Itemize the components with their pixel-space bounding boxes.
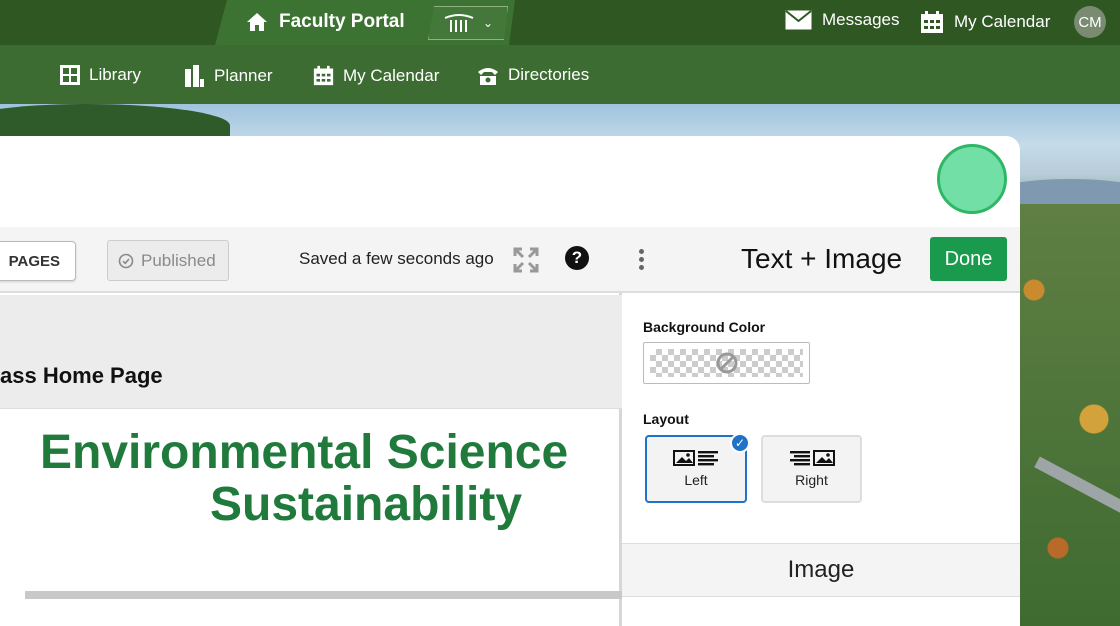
user-avatar[interactable]: CM xyxy=(1074,6,1106,38)
page-title-band: ass Home Page xyxy=(0,295,622,409)
nav-item-label: My Calendar xyxy=(343,65,440,85)
done-button[interactable]: Done xyxy=(930,237,1007,281)
navigation-bar: Library Planner My Calendar Directories xyxy=(0,45,1120,104)
layout-option-label: Left xyxy=(684,472,708,488)
help-icon[interactable]: ? xyxy=(565,246,589,270)
background-color-label: Background Color xyxy=(643,319,766,335)
nav-item-label: Planner xyxy=(214,66,273,85)
pages-label: PAGES xyxy=(8,252,60,270)
nav-item-directories[interactable]: Directories xyxy=(477,65,589,85)
messages-link[interactable]: Messages xyxy=(785,10,899,30)
editor-canvas: ❮ PAGES Published Saved a few seconds ag… xyxy=(0,227,622,626)
heading-line-2: Sustainability xyxy=(210,478,523,531)
calendar-icon xyxy=(313,65,334,86)
image-section-header[interactable]: Image xyxy=(622,543,1020,597)
grid-icon xyxy=(60,65,80,85)
phone-icon xyxy=(478,68,498,85)
layout-option-label: Right xyxy=(795,472,828,488)
published-label: Published xyxy=(141,250,216,270)
autumn-forest xyxy=(1010,204,1120,626)
portal-title[interactable]: Faculty Portal xyxy=(279,11,405,33)
home-icon xyxy=(247,13,267,31)
heading-line-1: Environmental Science xyxy=(40,426,569,479)
save-status: Saved a few seconds ago xyxy=(299,249,494,268)
my-calendar-top-link[interactable]: My Calendar xyxy=(920,10,1050,34)
nav-item-planner[interactable]: Planner xyxy=(185,65,273,87)
block-settings-sidebar: Text + Image Done Background Color Layou… xyxy=(622,227,1020,626)
columns-logo-icon xyxy=(443,14,475,34)
layout-label: Layout xyxy=(643,411,689,427)
image-right-layout-icon xyxy=(789,450,835,466)
messages-label: Messages xyxy=(822,10,900,29)
editor-toolbar: ❮ PAGES Published Saved a few seconds ag… xyxy=(0,227,622,293)
chevron-down-icon: ⌄ xyxy=(483,16,494,30)
more-options-icon[interactable] xyxy=(639,249,645,271)
chevron-left-icon: ❮ xyxy=(0,253,1,270)
nav-item-my-calendar[interactable]: My Calendar xyxy=(313,65,439,86)
nav-item-label: Library xyxy=(89,65,141,84)
planner-icon xyxy=(185,65,204,87)
pages-button[interactable]: ❮ PAGES xyxy=(0,241,76,281)
image-left-layout-icon xyxy=(673,450,718,466)
top-bar: Faculty Portal ⌄ Messages My Calendar CM xyxy=(0,0,1120,45)
nav-item-library[interactable]: Library xyxy=(60,65,141,85)
envelope-icon xyxy=(785,10,812,30)
expand-icon[interactable] xyxy=(513,247,539,273)
selected-check-icon: ✓ xyxy=(730,433,750,453)
divider xyxy=(25,591,622,599)
layout-option-right[interactable]: Right xyxy=(761,435,862,503)
page-editor-panel: ❮ PAGES Published Saved a few seconds ag… xyxy=(0,136,1020,626)
nav-item-label: Directories xyxy=(508,65,590,84)
check-circle-icon xyxy=(118,253,134,268)
sidebar-header: Text + Image Done xyxy=(622,227,1020,293)
institution-switcher-button[interactable]: ⌄ xyxy=(428,6,508,40)
status-indicator[interactable] xyxy=(937,144,1007,214)
background-color-picker[interactable] xyxy=(643,342,810,384)
calendar-icon xyxy=(921,11,943,33)
transparent-swatch xyxy=(650,349,803,377)
no-color-icon xyxy=(716,352,737,374)
published-button[interactable]: Published xyxy=(107,240,229,281)
sidebar-title: Text + Image xyxy=(741,243,903,274)
my-calendar-top-label: My Calendar xyxy=(954,12,1051,31)
page-title: ass Home Page xyxy=(0,363,163,388)
